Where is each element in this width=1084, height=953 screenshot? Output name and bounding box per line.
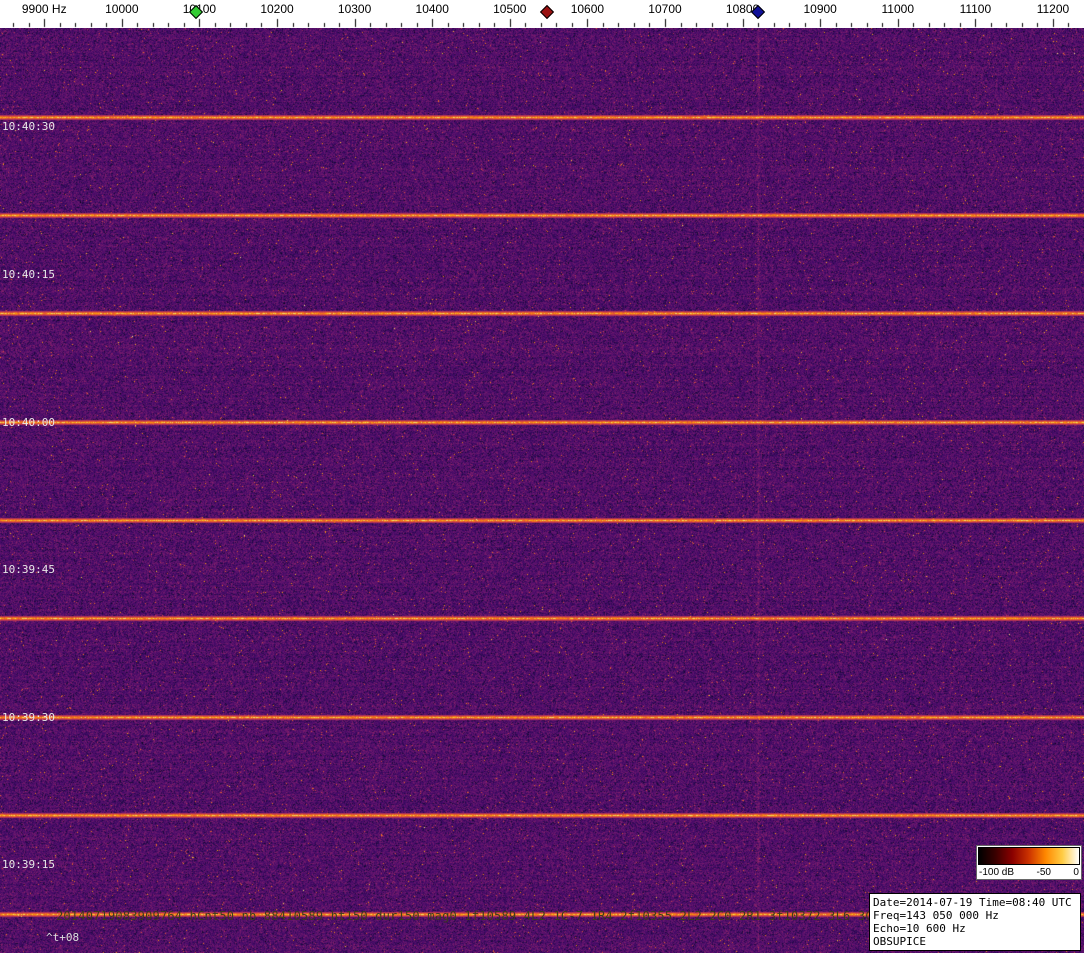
detection-text: 20140719083909764 hCnt50 nb 88410589 ht1… [56,909,910,923]
info-line-station: OBSUPICE [873,935,926,948]
colorbar-label-mid: -50 [1036,867,1051,878]
time-axis-label: 10:40:30 [2,120,55,133]
info-line-freq: Freq=143 050 000 Hz [873,909,999,922]
freq-tick-label: 10900 [803,2,837,16]
corner-label: ^t+08 [46,931,80,944]
info-box: Date=2014-07-19 Time=08:40 UTC Freq=143 … [869,893,1081,951]
freq-tick-label: 10000 [105,2,139,16]
colorbar-labels: -100 dB -50 0 [978,865,1080,878]
freq-tick-label: 10200 [260,2,294,16]
freq-tick-label: 10300 [337,2,372,16]
time-axis-label: 10:39:15 [2,858,55,871]
freq-tick-label: 10700 [648,2,682,16]
meteor-spectrogram-app: 9900 Hz100001010010200103001040010500106… [0,0,1084,953]
freq-tick-label: 11200 [1036,2,1070,16]
time-axis-label: 10:39:30 [2,711,55,724]
colorbar-label-min: -100 dB [979,867,1015,878]
time-axis-label: 10:40:00 [2,416,55,429]
spectrogram-canvas [0,28,1084,953]
frequency-ruler: 9900 Hz100001010010200103001040010500106… [0,0,1084,28]
time-axis-label: 10:40:15 [2,268,55,281]
freq-tick-label: 10600 [570,2,605,16]
info-line-echo: Echo=10 600 Hz [873,922,966,935]
colorbar-label-max: 0 [1073,867,1079,878]
freq-tick-label: 10500 [493,2,527,16]
freq-tick-label: 11100 [959,2,992,16]
colorbar-gradient [978,847,1080,865]
time-axis-label: 10:39:45 [2,563,55,576]
freq-tick-label: 9900 Hz [21,2,67,16]
spectrogram-area: 10:40:30 10:40:15 10:40:00 10:39:45 10:39:30… [0,28,1084,953]
freq-tick-label: 10400 [415,2,449,16]
info-line-date: Date=2014-07-19 Time=08:40 UTC [873,896,1072,909]
colorbar: -100 dB -50 0 [976,845,1082,880]
freq-tick-label: 11000 [881,2,915,16]
